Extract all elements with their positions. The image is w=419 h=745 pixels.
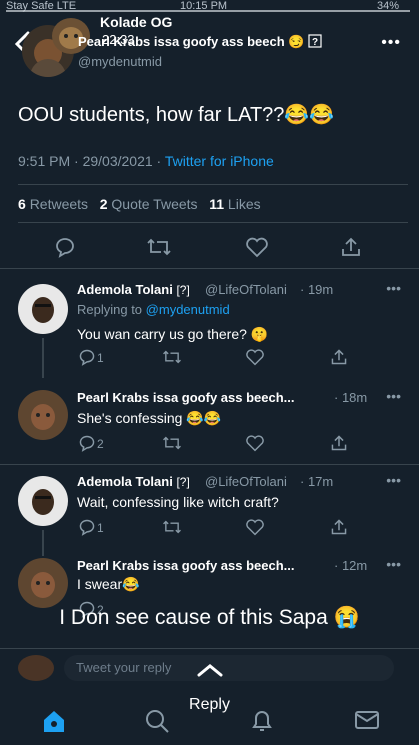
- reply-author-name-text: Ademola Tolani: [77, 282, 173, 297]
- like-icon[interactable]: [245, 348, 265, 366]
- like-icon[interactable]: [245, 236, 269, 258]
- reply-author-name-text: Ademola Tolani: [77, 474, 173, 489]
- thread-line: [42, 530, 44, 556]
- quotes-label[interactable]: Quote Tweets: [111, 196, 197, 212]
- reply-author-name[interactable]: Pearl Krabs issa goofy ass beech...: [77, 390, 295, 405]
- share-icon[interactable]: [340, 236, 362, 258]
- reply-avatar[interactable]: [18, 284, 68, 334]
- more-icon[interactable]: •••: [381, 34, 401, 52]
- like-icon[interactable]: [245, 518, 265, 536]
- likes-label[interactable]: Likes: [228, 196, 261, 212]
- divider: [0, 464, 419, 465]
- replying-to: Replying to @mydenutmid: [77, 302, 230, 317]
- reply-time: · 18m: [334, 390, 368, 405]
- more-icon[interactable]: •••: [386, 472, 401, 488]
- reply-time: · 19m: [300, 282, 334, 297]
- reply-actions: 1: [77, 348, 357, 368]
- divider: [18, 222, 408, 223]
- reply-item[interactable]: Pearl Krabs issa goofy ass beech... · 18…: [0, 386, 419, 466]
- thread-line: [42, 338, 44, 378]
- tweet-text: OOU students, how far LAT??😂😂: [18, 102, 334, 127]
- compose-avatar: [18, 655, 54, 681]
- story-name: Kolade OG: [100, 14, 173, 30]
- more-icon[interactable]: •••: [386, 280, 401, 296]
- tweet-author-name-text: Pearl Krabs issa goofy ass beech: [78, 34, 285, 49]
- retweet-icon[interactable]: [162, 518, 182, 536]
- protected-icon: [?]: [176, 283, 190, 297]
- tweet-meta: 9:51 PM · 29/03/2021 · Twitter for iPhon…: [18, 153, 274, 169]
- story-progress-bar: [6, 10, 410, 12]
- tweet-reply-input[interactable]: Tweet your reply: [64, 655, 394, 681]
- reply-avatar[interactable]: [18, 558, 68, 608]
- reply-icon[interactable]: [53, 236, 77, 258]
- reply-actions: 1: [77, 518, 357, 538]
- tweet-author-name[interactable]: Pearl Krabs issa goofy ass beech 😏 ?: [78, 34, 322, 50]
- tweet-timestamp: 9:51 PM · 29/03/2021 ·: [18, 153, 162, 169]
- share-icon[interactable]: [330, 518, 348, 536]
- reply-time: · 12m: [334, 558, 368, 573]
- tweet-emoji: 😂😂: [284, 104, 335, 126]
- reply-actions: 2: [77, 434, 357, 454]
- reply-count: 1: [97, 521, 104, 535]
- reply-time: · 17m: [300, 474, 334, 489]
- reply-author-handle[interactable]: @LifeOfTolani: [205, 282, 287, 297]
- reply-count: 2: [97, 437, 104, 451]
- replying-to-handle[interactable]: @mydenutmid: [146, 302, 230, 317]
- share-icon[interactable]: [330, 434, 348, 452]
- more-icon[interactable]: •••: [386, 388, 401, 404]
- retweet-icon[interactable]: [162, 434, 182, 452]
- tweet-author-handle[interactable]: @mydenutmid: [78, 54, 162, 69]
- reply-text: I swear😂: [77, 576, 140, 592]
- reply-author-name[interactable]: Ademola Tolani [?]: [77, 282, 190, 297]
- more-icon[interactable]: •••: [386, 556, 401, 572]
- chevron-up-icon[interactable]: [196, 663, 224, 677]
- reply-item[interactable]: Ademola Tolani [?] @LifeOfTolani · 19m •…: [0, 278, 419, 378]
- protected-icon: 😏 ?: [288, 34, 322, 49]
- reply-text: Wait, confessing like witch craft?: [77, 494, 279, 510]
- reply-avatar[interactable]: [18, 390, 68, 440]
- divider: [0, 268, 419, 269]
- quotes-count[interactable]: 2: [100, 196, 108, 212]
- reply-author-handle[interactable]: @LifeOfTolani: [205, 474, 287, 489]
- retweet-icon[interactable]: [146, 236, 172, 258]
- tweet-stats: 6 Retweets 2 Quote Tweets 11 Likes: [18, 196, 261, 212]
- story-caption: I Don see cause of this Sapa 😭: [59, 606, 360, 629]
- like-icon[interactable]: [245, 434, 265, 452]
- divider: [18, 184, 408, 185]
- story-reply-button[interactable]: Reply: [0, 696, 419, 714]
- reply-count: 1: [97, 351, 104, 365]
- reply-text: You wan carry us go there? 🤫: [77, 326, 269, 342]
- retweets-count[interactable]: 6: [18, 196, 26, 212]
- svg-text:?: ?: [312, 37, 318, 48]
- reply-text: She's confessing 😂😂: [77, 410, 222, 426]
- retweets-label[interactable]: Retweets: [30, 196, 88, 212]
- retweet-icon[interactable]: [162, 348, 182, 366]
- reply-avatar[interactable]: [18, 476, 68, 526]
- share-icon[interactable]: [330, 348, 348, 366]
- protected-icon: [?]: [176, 475, 190, 489]
- reply-author-name[interactable]: Ademola Tolani [?]: [77, 474, 190, 489]
- reply-icon[interactable]: [77, 434, 97, 452]
- replying-to-prefix: Replying to: [77, 302, 143, 317]
- reply-icon[interactable]: [77, 348, 97, 366]
- tweet-source-link[interactable]: Twitter for iPhone: [165, 153, 274, 169]
- reply-item[interactable]: Ademola Tolani [?] @LifeOfTolani · 17m •…: [0, 470, 419, 556]
- likes-count[interactable]: 11: [209, 196, 224, 212]
- reply-icon[interactable]: [77, 518, 97, 536]
- tweet-text-body: OOU students, how far LAT??: [18, 104, 285, 126]
- reply-author-name[interactable]: Pearl Krabs issa goofy ass beech...: [77, 558, 295, 573]
